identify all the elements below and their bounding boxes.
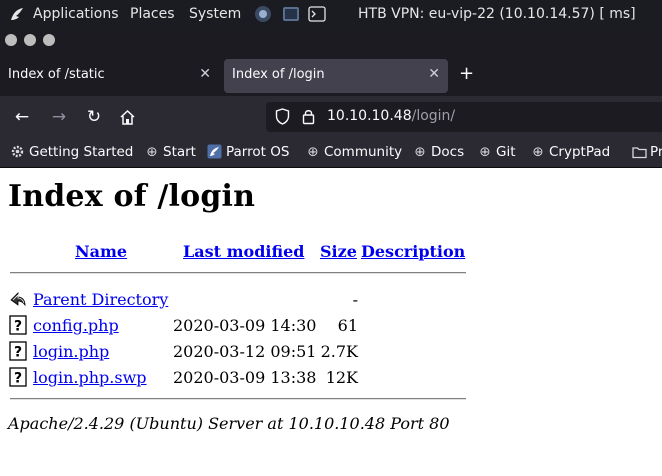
bookmark-label: Parrot OS	[226, 144, 290, 160]
terminal-launcher-icon[interactable]	[308, 5, 326, 23]
places-menu[interactable]: Places	[130, 6, 175, 22]
bookmark-cryptpad[interactable]: ⊕ CryptPad	[530, 144, 610, 160]
column-header-last-modified[interactable]: Last modified	[183, 242, 304, 261]
reload-icon[interactable]: ↻	[81, 104, 107, 130]
url-path: /login/	[411, 108, 456, 124]
system-top-panel: Applications Places System HTB VPN: eu-v…	[0, 0, 662, 29]
file-size: 61	[337, 316, 358, 335]
new-tab-icon[interactable]: +	[459, 64, 474, 84]
browser-launcher-icon[interactable]	[253, 4, 273, 24]
unknown-file-icon: ?	[9, 315, 27, 335]
bookmark-label: Git	[496, 144, 516, 160]
url-host: 10.10.10.48	[327, 108, 412, 124]
window-titlebar	[0, 29, 662, 54]
bookmark-folder[interactable]: Pr	[632, 144, 662, 160]
back-arrow-icon	[10, 292, 26, 307]
svg-text:?: ?	[14, 371, 22, 387]
tab-close-icon[interactable]: ✕	[199, 66, 211, 82]
svg-text:?: ?	[14, 345, 22, 361]
file-link-config-php[interactable]: config.php	[33, 316, 119, 335]
tab-label: Index of /login	[232, 67, 325, 82]
lock-icon[interactable]	[302, 108, 315, 125]
divider	[10, 272, 466, 274]
url-text[interactable]: 10.10.10.48/login/	[327, 108, 455, 124]
bookmark-label: Start	[163, 144, 196, 160]
column-header-description[interactable]: Description	[361, 242, 465, 261]
column-header-size[interactable]: Size	[320, 242, 357, 261]
bookmark-docs[interactable]: ⊕ Docs	[412, 144, 464, 160]
tab-index-login[interactable]: Index of /login ✕	[224, 59, 448, 93]
globe-icon: ⊕	[307, 144, 319, 160]
divider	[10, 398, 466, 400]
window-close-button[interactable]	[5, 34, 17, 46]
parrot-icon	[207, 144, 222, 159]
bookmark-git[interactable]: ⊕ Git	[477, 144, 516, 160]
mate-terminal-launcher-icon[interactable]	[282, 5, 300, 23]
bookmark-label: Community	[324, 144, 403, 160]
tab-label: Index of /static	[8, 67, 105, 82]
back-icon[interactable]: ←	[9, 104, 35, 130]
server-signature: Apache/2.4.29 (Ubuntu) Server at 10.10.1…	[8, 414, 450, 433]
forward-icon[interactable]: →	[46, 104, 72, 130]
file-modified: 2020-03-09 13:38	[173, 368, 317, 387]
vpn-status: HTB VPN: eu-vip-22 (10.10.14.57) [ ms]	[358, 6, 636, 22]
bookmark-label: Getting Started	[29, 144, 134, 160]
globe-icon: ⊕	[479, 144, 491, 160]
column-header-name[interactable]: Name	[75, 242, 127, 261]
folder-icon	[632, 147, 647, 159]
file-size: -	[352, 290, 358, 309]
window-maximize-button[interactable]	[43, 34, 55, 46]
tracking-shield-icon[interactable]	[275, 108, 290, 125]
page-title: Index of /login	[8, 179, 256, 214]
globe-icon: ⊕	[146, 144, 158, 160]
bookmark-label: Pr	[650, 144, 662, 160]
bookmark-getting-started[interactable]: Getting Started	[10, 144, 133, 160]
url-bar[interactable]	[266, 102, 662, 132]
file-size: 12K	[325, 368, 358, 387]
globe-icon: ⊕	[414, 144, 426, 160]
gear-icon	[11, 145, 24, 158]
globe-icon: ⊕	[532, 144, 544, 160]
bookmark-label: Docs	[431, 144, 465, 160]
svg-text:?: ?	[14, 319, 22, 335]
file-modified: 2020-03-12 09:51	[173, 342, 317, 361]
bookmark-start[interactable]: ⊕ Start	[144, 144, 196, 160]
tab-index-static[interactable]: Index of /static ✕	[0, 59, 219, 93]
file-link-parent-directory[interactable]: Parent Directory	[33, 290, 168, 309]
bookmark-parrot-os[interactable]: Parrot OS	[207, 144, 289, 160]
bookmark-community[interactable]: ⊕ Community	[305, 144, 402, 160]
bookmark-label: CryptPad	[549, 144, 611, 160]
file-size: 2.7K	[320, 342, 358, 361]
window-minimize-button[interactable]	[24, 34, 36, 46]
page-content: Index of /login Name Last modified Size …	[0, 169, 662, 476]
tab-close-icon[interactable]: ✕	[428, 66, 440, 82]
file-modified: 2020-03-09 14:30	[173, 316, 317, 335]
parrot-menu-icon[interactable]	[8, 5, 26, 23]
unknown-file-icon: ?	[9, 367, 27, 387]
home-icon[interactable]	[119, 109, 136, 126]
file-link-login-php-swp[interactable]: login.php.swp	[33, 368, 147, 387]
applications-menu[interactable]: Applications	[33, 6, 119, 22]
system-menu[interactable]: System	[189, 6, 241, 22]
file-link-login-php[interactable]: login.php	[33, 342, 109, 361]
unknown-file-icon: ?	[9, 341, 27, 361]
